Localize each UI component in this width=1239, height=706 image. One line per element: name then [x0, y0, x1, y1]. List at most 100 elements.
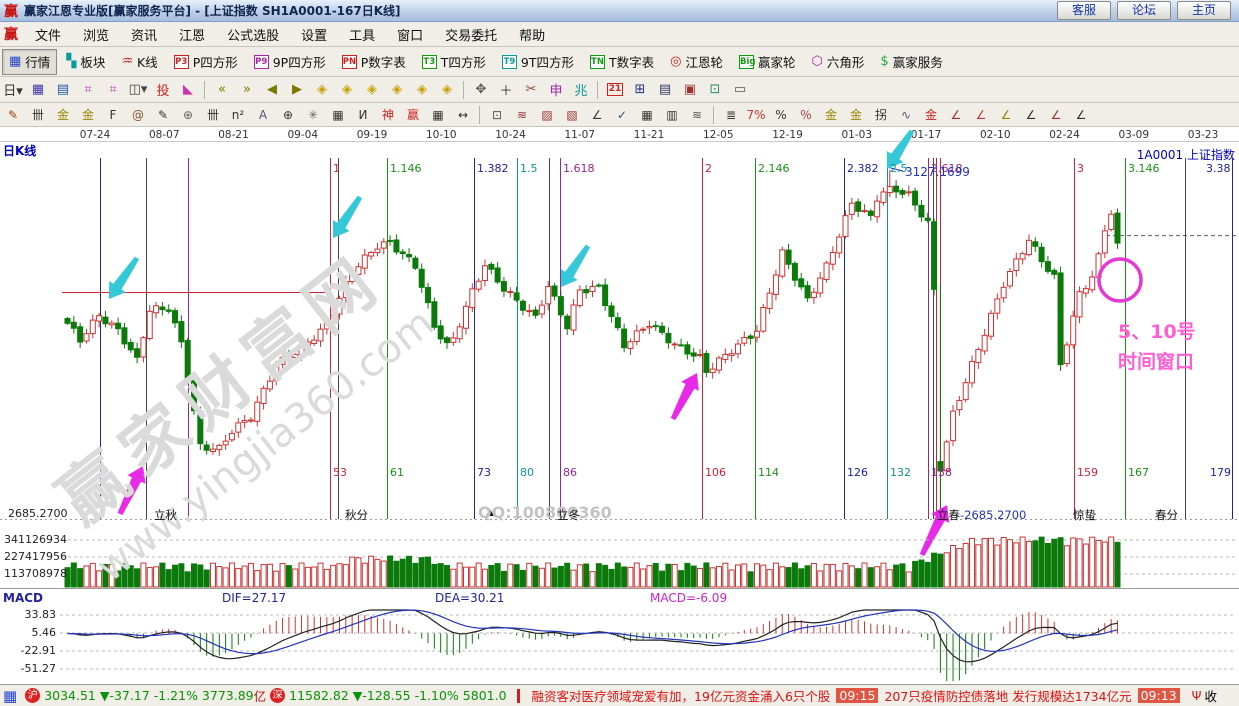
hatch-icon[interactable]: 卌 [26, 104, 50, 126]
fibo-f-icon[interactable]: F [101, 104, 125, 126]
menu-item-工具[interactable]: 工具 [338, 25, 386, 44]
box-tool-icon[interactable]: ⊡ [485, 104, 509, 126]
info-report-icon[interactable]: ▤ [51, 79, 75, 101]
crosshair-icon[interactable]: ＋ [494, 79, 518, 101]
gold-line-icon[interactable]: 金 [844, 104, 868, 126]
first-bar-icon[interactable]: « [210, 79, 234, 101]
grid-target-icon[interactable]: ▦ [326, 104, 350, 126]
angle-retreat-icon[interactable]: ∠ [1019, 104, 1043, 126]
check-curve-icon[interactable]: ✓ [610, 104, 634, 126]
diamond-left-icon[interactable]: ◈ [310, 79, 334, 101]
pencil2-icon[interactable]: ✎ [151, 104, 175, 126]
pct-icon[interactable]: % [769, 104, 793, 126]
candle-style-icon[interactable]: ◫▾ [126, 79, 150, 101]
pct-line-icon[interactable]: ％ [794, 104, 818, 126]
diamond-expand-all-icon[interactable]: ◈ [435, 79, 459, 101]
diamond-expand-h-icon[interactable]: ◈ [360, 79, 384, 101]
grid3-icon[interactable]: ▥ [660, 104, 684, 126]
gold-red-icon[interactable]: 金 [919, 104, 943, 126]
news-ticker-2[interactable]: 207只疫情防控债落地 发行规模达1734亿元 [884, 686, 1131, 705]
angle-ying-icon[interactable]: ∠ [1044, 104, 1068, 126]
menu-item-资讯[interactable]: 资讯 [120, 25, 168, 44]
p9-square-button[interactable]: P99P四方形 [247, 49, 333, 75]
period-day-icon[interactable]: 日▾ [1, 79, 25, 101]
wave-icon[interactable]: ∿ [894, 104, 918, 126]
quotes-button[interactable]: ▦行情 [2, 49, 57, 75]
last-bar-icon[interactable]: » [235, 79, 259, 101]
bars-3-icon[interactable]: ⌗ [76, 79, 100, 101]
t-number-button[interactable]: TNT数字表 [583, 49, 661, 75]
next-bar-icon[interactable]: ▶ [285, 79, 309, 101]
gold-gate2-icon[interactable]: 金 [76, 104, 100, 126]
angle-four-icon[interactable]: ∠ [1069, 104, 1093, 126]
brain-icon[interactable]: 兆 [569, 79, 593, 101]
menu-item-交易委托[interactable]: 交易委托 [434, 25, 508, 44]
angle-j-icon[interactable]: ∠ [944, 104, 968, 126]
spiral-icon[interactable]: @ [126, 104, 150, 126]
t-square-button[interactable]: T3T四方形 [415, 49, 493, 75]
titlebar-button-3[interactable]: 主页 [1177, 1, 1231, 20]
i-mark-icon[interactable]: И [351, 104, 375, 126]
shen-icon[interactable]: 神 [376, 104, 400, 126]
menu-item-公式选股[interactable]: 公式选股 [216, 25, 290, 44]
bars-9-icon[interactable]: ⌗ [101, 79, 125, 101]
calendar-icon[interactable]: 21 [603, 79, 627, 101]
hexagon-button[interactable]: ⬡六角形 [805, 49, 872, 75]
gold-circle-icon[interactable]: 金 [819, 104, 843, 126]
print-icon[interactable]: ▭ [728, 79, 752, 101]
guai-icon[interactable]: 拐 [869, 104, 893, 126]
winner-wheel-button[interactable]: Big赢家轮 [732, 49, 803, 75]
titlebar-button-2[interactable]: 论坛 [1117, 1, 1171, 20]
quote-grid-icon[interactable]: ▦ [3, 687, 17, 705]
angle-f-icon[interactable]: ∠ [969, 104, 993, 126]
globe-icon[interactable]: ⊕ [176, 104, 200, 126]
rays-icon[interactable]: ≋ [510, 104, 534, 126]
p-number-button[interactable]: PNP数字表 [335, 49, 413, 75]
gold-gate-icon[interactable]: 金 [51, 104, 75, 126]
a-line-icon[interactable]: A [251, 104, 275, 126]
share-icon[interactable]: ⊡ [703, 79, 727, 101]
winner-service-button[interactable]: $赢家服务 [873, 49, 949, 75]
web-icon[interactable]: ✳ [301, 104, 325, 126]
bars-plus-icon[interactable]: ≣ [719, 104, 743, 126]
pattern-red-icon[interactable]: 投 [151, 79, 175, 101]
notebook-icon[interactable]: ▤ [653, 79, 677, 101]
prev-bar-icon[interactable]: ◀ [260, 79, 284, 101]
gann-wheel-button[interactable]: ◎江恩轮 [663, 49, 730, 75]
window-layout-icon[interactable]: ▦ [26, 79, 50, 101]
news-ticker-1[interactable]: 融资客对医疗领域宠爱有加，19亿元资金涌入6只个股 [532, 686, 831, 705]
menu-item-浏览[interactable]: 浏览 [72, 25, 120, 44]
h-arrows-icon[interactable]: ↔ [451, 104, 475, 126]
menu-item-设置[interactable]: 设置 [290, 25, 338, 44]
shenzhen-market-icon[interactable]: 深 [270, 688, 285, 703]
angle-gold-icon[interactable]: ∠ [994, 104, 1018, 126]
grid125-icon[interactable]: ▦ [426, 104, 450, 126]
ying-icon[interactable]: 赢 [401, 104, 425, 126]
drag-hand-icon[interactable]: ✥ [469, 79, 493, 101]
titlebar-button-1[interactable]: 客服 [1057, 1, 1111, 20]
cut-icon[interactable]: ✂ [519, 79, 543, 101]
t9-square-button[interactable]: T99T四方形 [495, 49, 581, 75]
grid2-icon[interactable]: ▦ [635, 104, 659, 126]
angle-icon[interactable]: ∠ [585, 104, 609, 126]
diamond-expand-v-icon[interactable]: ◈ [410, 79, 434, 101]
box-hatch-icon[interactable]: ▨ [535, 104, 559, 126]
shanghai-market-icon[interactable]: 沪 [25, 688, 40, 703]
save-icon[interactable]: ▣ [678, 79, 702, 101]
hatch2-icon[interactable]: 卌 [201, 104, 225, 126]
n2-icon[interactable]: n² [226, 104, 250, 126]
diamond-right-icon[interactable]: ◈ [335, 79, 359, 101]
kline-button[interactable]: ♒K线 [114, 49, 164, 75]
p-square-button[interactable]: P3P四方形 [167, 49, 245, 75]
seven-pct-icon[interactable]: 7% [744, 104, 768, 126]
menu-item-窗口[interactable]: 窗口 [386, 25, 434, 44]
box-x-icon[interactable]: ▧ [560, 104, 584, 126]
pencil-icon[interactable]: ✎ [1, 104, 25, 126]
compass-icon[interactable]: ⊕ [276, 104, 300, 126]
calculator-icon[interactable]: ⊞ [628, 79, 652, 101]
diag-lines-icon[interactable]: ≋ [685, 104, 709, 126]
sectors-button[interactable]: ▚板块 [59, 49, 112, 75]
color-volume-icon[interactable]: ◣ [176, 79, 200, 101]
menu-item-文件[interactable]: 文件 [24, 25, 72, 44]
gann-box-icon[interactable]: 申 [544, 79, 568, 101]
